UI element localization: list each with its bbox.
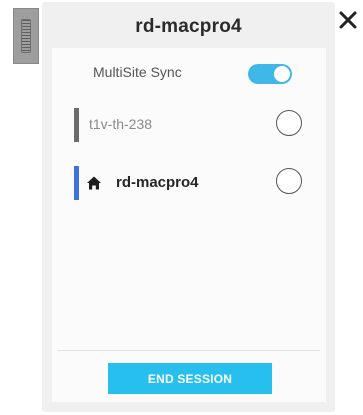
drag-handle[interactable] — [13, 8, 39, 64]
drag-grip-icon — [21, 19, 31, 53]
site-row[interactable]: rd-macpro4 — [52, 164, 326, 200]
site-select-radio[interactable] — [276, 168, 302, 194]
session-panel: rd-macpro4 MultiSite Sync t1v-th-238 rd-… — [42, 2, 335, 412]
site-row[interactable]: t1v-th-238 — [52, 106, 326, 142]
panel-body: MultiSite Sync t1v-th-238 rd-macpro4 END… — [52, 48, 326, 402]
site-select-radio[interactable] — [276, 110, 302, 136]
multisite-sync-window: rd-macpro4 MultiSite Sync t1v-th-238 rd-… — [0, 0, 363, 415]
toggle-knob — [274, 66, 290, 82]
home-icon — [87, 176, 101, 190]
multisite-sync-toggle[interactable] — [248, 64, 292, 84]
site-color-bar — [74, 108, 79, 142]
multisite-sync-row: MultiSite Sync — [52, 60, 326, 86]
panel-title: rd-macpro4 — [135, 16, 242, 37]
close-button[interactable] — [336, 8, 360, 32]
close-icon — [339, 11, 357, 29]
multisite-sync-label: MultiSite Sync — [93, 64, 182, 80]
divider — [58, 350, 320, 351]
end-session-button[interactable]: END SESSION — [108, 363, 272, 394]
site-name: rd-macpro4 — [116, 174, 199, 191]
site-name: t1v-th-238 — [89, 116, 153, 132]
site-color-bar — [74, 166, 79, 200]
